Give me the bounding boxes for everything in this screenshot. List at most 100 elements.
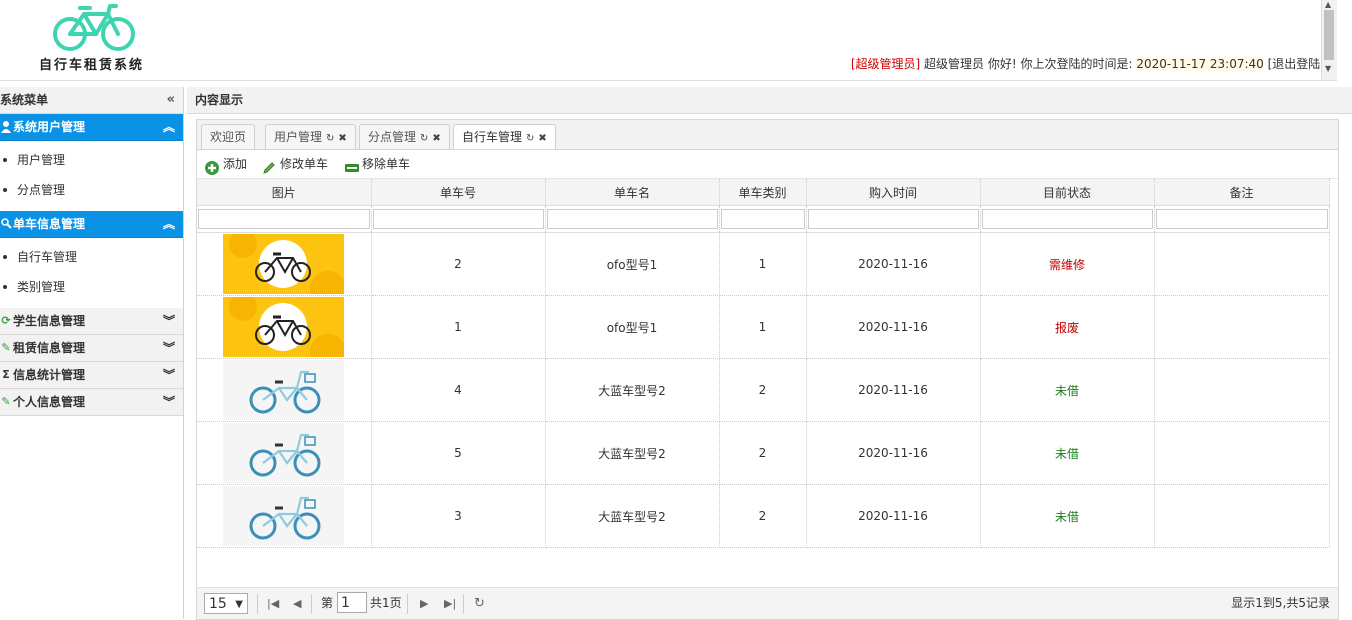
cell-bike-type: 2 <box>719 358 807 422</box>
cell-purchase-date: 2020-11-16 <box>806 421 981 485</box>
chevron-down-icon[interactable]: ︾ <box>163 389 175 415</box>
header: 自行车租赁系统 [超级管理员] 超级管理员 你好! 你上次登陆的时间是: 202… <box>0 0 1337 81</box>
column-header-bike-id[interactable]: 单车号 <box>371 179 546 206</box>
column-header-purchase-date[interactable]: 购入时间 <box>806 179 981 206</box>
sidebar-item-user-management[interactable]: 用户管理 <box>0 145 183 175</box>
cell-bike-type: 2 <box>719 421 807 485</box>
sidebar-item-category-management[interactable]: 类别管理 <box>0 272 183 302</box>
prev-page-icon[interactable]: ◀ <box>293 593 301 614</box>
window-scrollbar[interactable]: ▲ ▼ <box>1321 0 1337 80</box>
page-prefix-label: 第 <box>321 596 334 610</box>
bike-photo-ofo <box>223 234 345 294</box>
tab-user-management[interactable]: 用户管理 ↻ ✖ <box>265 124 356 150</box>
tab-branch-management[interactable]: 分点管理 ↻ ✖ <box>359 124 450 150</box>
remove-bike-button[interactable]: 移除单车 <box>344 150 410 178</box>
scroll-down-icon[interactable]: ▼ <box>1325 64 1331 73</box>
logout-link[interactable]: [退出登陆] <box>1268 57 1325 71</box>
menu-group-student-info[interactable]: ⟳ 学生信息管理 ︾ <box>0 308 183 335</box>
bullet-icon <box>3 188 7 192</box>
pencil-icon: ✎ <box>1 341 11 354</box>
refresh-icon[interactable]: ↻ <box>474 593 485 614</box>
menu-group-label: 信息统计管理 <box>13 368 86 382</box>
menu-group-personal-info[interactable]: ✎ 个人信息管理 ︾ <box>0 389 183 416</box>
add-button-label: 添加 <box>223 157 248 171</box>
scrollbar-thumb[interactable] <box>1324 10 1334 60</box>
menu-group-statistics[interactable]: Σ 信息统计管理 ︾ <box>0 362 183 389</box>
record-count-label: 显示1到5,共5记录 <box>1231 596 1330 610</box>
user-role: [超级管理员] <box>850 57 921 71</box>
chevron-down-icon[interactable]: ︾ <box>163 308 175 334</box>
bike-photo-ofo <box>223 297 345 357</box>
add-button[interactable]: 添加 <box>205 150 247 178</box>
bullet-icon <box>3 158 7 162</box>
table-row[interactable]: 2 ofo型号1 1 2020-11-16 需维修 <box>197 232 1330 296</box>
chevron-down-icon[interactable]: ︾ <box>163 362 175 388</box>
chevron-up-icon[interactable]: ︽ <box>163 114 175 140</box>
next-page-icon[interactable]: ▶ <box>420 593 428 614</box>
sidebar-item-bike-management[interactable]: 自行车管理 <box>0 242 183 272</box>
refresh-icon[interactable]: ↻ <box>420 133 428 144</box>
menu-group-bike-info[interactable]: 单车信息管理 ︽ <box>0 211 183 238</box>
pager-divider <box>311 594 312 614</box>
tab-welcome[interactable]: 欢迎页 <box>201 124 256 150</box>
bullet-icon <box>3 255 7 259</box>
last-page-icon[interactable]: ▶| <box>444 593 456 614</box>
user-icon <box>0 114 12 143</box>
menu-group-label: 个人信息管理 <box>13 395 86 409</box>
scroll-up-icon[interactable]: ▲ <box>1325 0 1331 9</box>
cell-status: 需维修 <box>980 232 1155 296</box>
menu-group-rental-info[interactable]: ✎ 租赁信息管理 ︾ <box>0 335 183 362</box>
column-header-note[interactable]: 备注 <box>1154 179 1330 206</box>
page-total-label: 共1页 <box>370 596 402 610</box>
refresh-icon[interactable]: ↻ <box>326 133 334 144</box>
cell-note <box>1154 295 1330 359</box>
close-icon[interactable]: ✖ <box>338 133 346 144</box>
close-icon[interactable]: ✖ <box>432 133 440 144</box>
last-login-time: 2020-11-17 23:07:40 <box>1136 57 1264 71</box>
column-header-status[interactable]: 目前状态 <box>980 179 1155 206</box>
tab-bike-management[interactable]: 自行车管理 ↻ ✖ <box>453 124 556 151</box>
table-row[interactable]: 1 ofo型号1 1 2020-11-16 报废 <box>197 295 1330 359</box>
table-row[interactable]: 3 大蓝车型号2 2 2020-11-16 未借 <box>197 484 1330 548</box>
filter-input-bike-id[interactable] <box>372 209 544 229</box>
filter-input-bike-name[interactable] <box>546 209 718 229</box>
refresh-icon[interactable]: ↻ <box>526 133 534 144</box>
page-size-value: 15 <box>209 596 227 612</box>
chevron-up-icon[interactable]: ︽ <box>163 211 175 237</box>
app-title: 自行车租赁系统 <box>39 58 145 73</box>
close-icon[interactable]: ✖ <box>538 133 546 144</box>
sidebar: 系统菜单 « 系统用户管理 ︽ 用户管理 分点管理 单车信息管理 ︽ 自行车管理… <box>0 87 184 619</box>
page-number-input[interactable]: 1 <box>337 592 367 613</box>
pager-divider <box>463 594 464 614</box>
collapse-sidebar-icon[interactable]: « <box>167 87 175 113</box>
cell-picture <box>197 232 372 296</box>
cell-purchase-date: 2020-11-16 <box>806 484 981 548</box>
edit-bike-button[interactable]: 修改单车 <box>262 150 328 178</box>
first-page-icon[interactable]: |◀ <box>267 593 279 614</box>
sidebar-item-branch-management[interactable]: 分点管理 <box>0 175 183 205</box>
cell-note <box>1154 232 1330 296</box>
cell-bike-id: 1 <box>371 295 546 359</box>
user-info-bar: [超级管理员] 超级管理员 你好! 你上次登陆的时间是: 2020-11-17 … <box>851 55 1325 72</box>
column-header-picture[interactable]: 图片 <box>197 179 372 206</box>
table-row[interactable]: 5 大蓝车型号2 2 2020-11-16 未借 <box>197 421 1330 485</box>
filter-input-picture[interactable] <box>198 209 370 229</box>
cell-bike-type: 1 <box>719 232 807 296</box>
menu-group-system-users[interactable]: 系统用户管理 ︽ <box>0 114 183 141</box>
edit-bike-button-label: 修改单车 <box>280 157 329 171</box>
filter-input-note[interactable] <box>1155 209 1328 229</box>
column-header-bike-name[interactable]: 单车名 <box>545 179 720 206</box>
menu-group-label: 系统用户管理 <box>13 120 86 134</box>
cell-bike-name: 大蓝车型号2 <box>545 358 720 422</box>
page-size-select[interactable]: 15 ▼ <box>204 593 248 614</box>
filter-input-status[interactable] <box>981 209 1153 229</box>
filter-row <box>197 205 1330 233</box>
menu-group-body-system-users: 用户管理 分点管理 <box>0 141 183 211</box>
pager-divider <box>407 594 408 614</box>
cell-purchase-date: 2020-11-16 <box>806 295 981 359</box>
filter-input-bike-type[interactable] <box>720 209 805 229</box>
filter-input-purchase-date[interactable] <box>807 209 979 229</box>
table-row[interactable]: 4 大蓝车型号2 2 2020-11-16 未借 <box>197 358 1330 422</box>
chevron-down-icon[interactable]: ︾ <box>163 335 175 361</box>
column-header-bike-type[interactable]: 单车类别 <box>719 179 807 206</box>
